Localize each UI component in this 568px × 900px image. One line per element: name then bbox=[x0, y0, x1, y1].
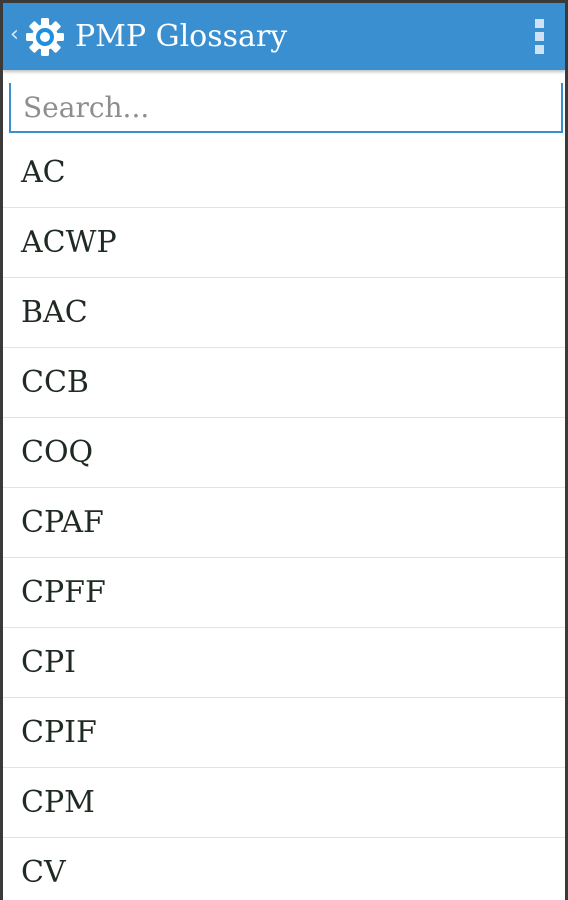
overflow-menu-icon[interactable] bbox=[531, 17, 547, 57]
glossary-term-item[interactable]: AC bbox=[3, 138, 565, 208]
back-caret-icon[interactable]: ‹ bbox=[10, 22, 19, 48]
glossary-term-item[interactable]: CV bbox=[3, 838, 565, 900]
app-screen: ‹ PMP Glossary ACACWPBAC bbox=[3, 3, 565, 900]
glossary-term-item[interactable]: CPFF bbox=[3, 558, 565, 628]
action-bar: ‹ PMP Glossary bbox=[3, 3, 565, 70]
glossary-term-item[interactable]: CPAF bbox=[3, 488, 565, 558]
glossary-term-item[interactable]: CCB bbox=[3, 348, 565, 418]
glossary-term-item[interactable]: CPM bbox=[3, 768, 565, 838]
glossary-list: AC ACWP BAC CCB COQ CPAF CPFF CPI CPIF CPM CV bbox=[3, 138, 565, 900]
gear-icon[interactable] bbox=[25, 17, 65, 57]
search-bar bbox=[3, 73, 565, 139]
glossary-term-item[interactable]: BAC bbox=[3, 278, 565, 348]
overflow-dot bbox=[535, 45, 544, 54]
app-title: PMP Glossary bbox=[75, 19, 288, 54]
glossary-term-item[interactable]: COQ bbox=[3, 418, 565, 488]
glossary-term-item[interactable]: CPIF bbox=[3, 698, 565, 768]
overflow-dot bbox=[535, 19, 544, 28]
glossary-term-item[interactable]: ACWP bbox=[3, 208, 565, 278]
search-input[interactable] bbox=[9, 83, 563, 133]
glossary-term-item[interactable]: CPI bbox=[3, 628, 565, 698]
overflow-dot bbox=[535, 32, 544, 41]
